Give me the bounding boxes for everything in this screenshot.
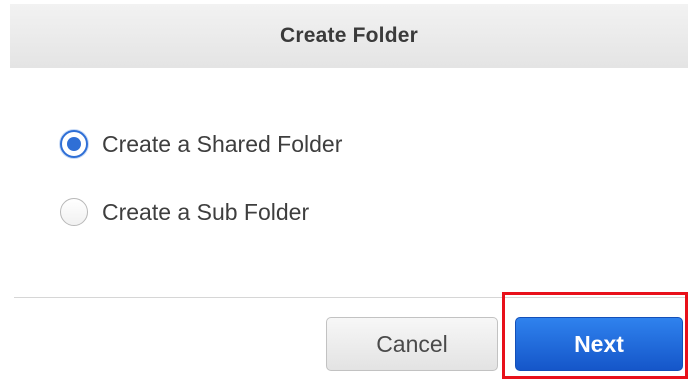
dialog-title: Create Folder [280,24,418,47]
next-button[interactable]: Next [515,317,683,371]
radio-dot [67,137,81,151]
radio-button-unselected[interactable] [60,198,88,226]
option-create-shared-folder[interactable]: Create a Shared Folder [60,130,342,158]
option-label: Create a Sub Folder [102,198,310,225]
create-folder-dialog: Create Folder Create a Shared Folder Cre… [0,0,688,379]
cancel-button[interactable]: Cancel [326,317,498,371]
radio-button-selected[interactable] [60,130,88,158]
dialog-header: Create Folder [10,4,688,68]
option-label: Create a Shared Folder [102,130,343,157]
option-create-sub-folder[interactable]: Create a Sub Folder [60,198,309,226]
footer-divider [14,297,688,298]
